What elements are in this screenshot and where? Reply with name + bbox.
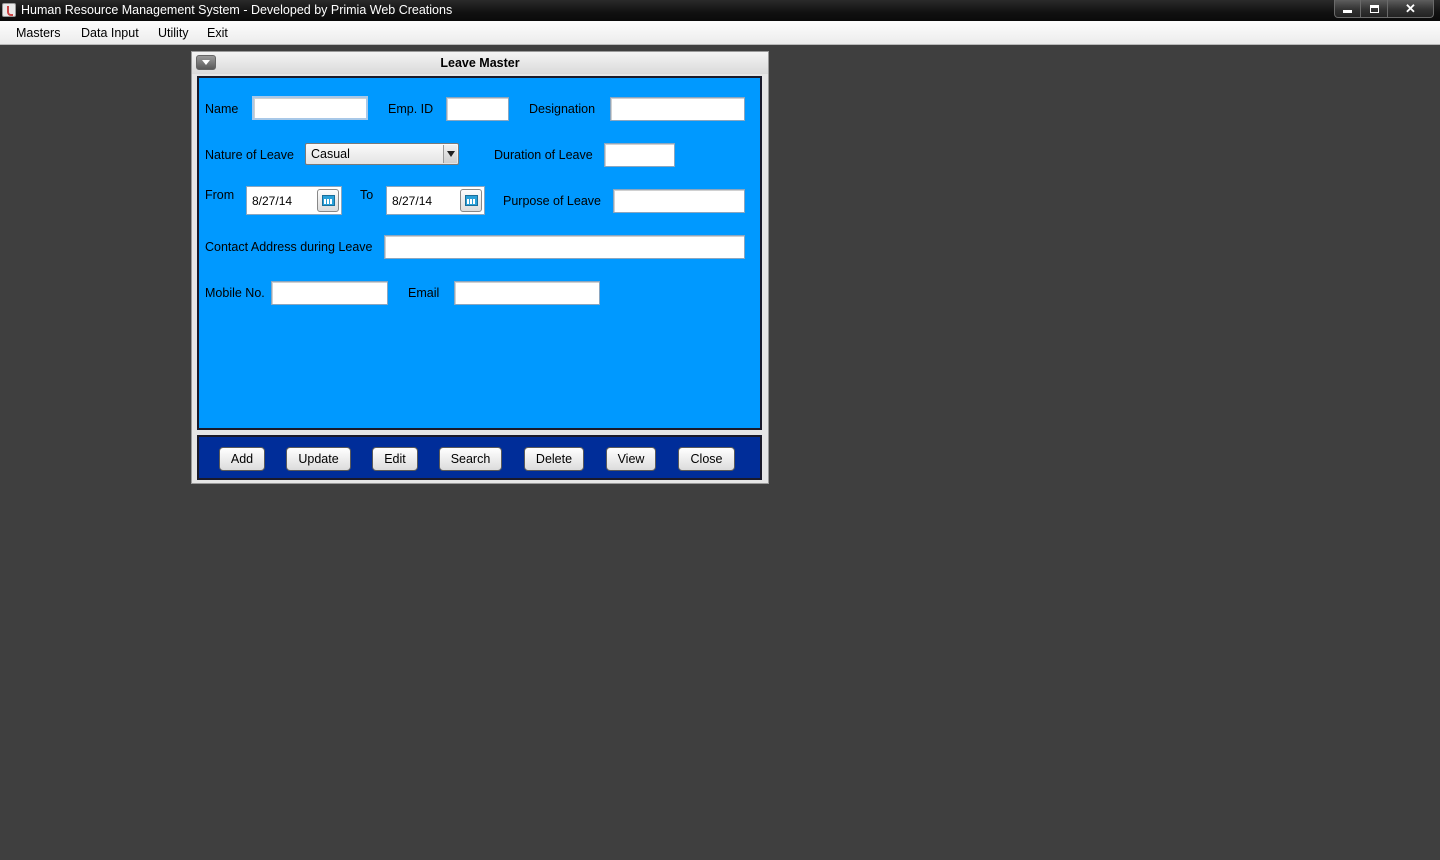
- window-title: Human Resource Management System - Devel…: [21, 3, 453, 17]
- view-button[interactable]: View: [606, 447, 656, 471]
- purpose-of-leave-input[interactable]: [613, 189, 745, 213]
- calendar-icon: [322, 195, 335, 206]
- nature-of-leave-label: Nature of Leave: [205, 148, 294, 162]
- restore-button[interactable]: [1361, 0, 1388, 18]
- from-date-picker[interactable]: 8/27/14: [246, 186, 342, 215]
- to-date-value: 8/27/14: [392, 194, 433, 208]
- mobile-no-label: Mobile No.: [205, 286, 265, 300]
- name-label: Name: [205, 102, 239, 116]
- add-button[interactable]: Add: [219, 447, 265, 471]
- frame-title: Leave Master: [440, 56, 520, 70]
- leave-form-panel: Name Emp. ID Designation Nature of Leave…: [197, 76, 762, 430]
- contact-address-label: Contact Address during Leave: [205, 240, 373, 254]
- window-title-bar: Human Resource Management System - Devel…: [0, 0, 1440, 21]
- close-window-button[interactable]: ✕: [1388, 0, 1434, 18]
- email-label: Email: [408, 286, 440, 300]
- emp-id-input[interactable]: [446, 97, 509, 121]
- duration-of-leave-label: Duration of Leave: [494, 148, 593, 162]
- to-calendar-button[interactable]: [460, 189, 482, 212]
- email-input[interactable]: [454, 281, 600, 305]
- edit-button[interactable]: Edit: [372, 447, 418, 471]
- leave-master-frame: Leave Master Name Emp. ID Designation Na…: [191, 51, 769, 484]
- frame-title-bar[interactable]: Leave Master: [192, 52, 768, 74]
- name-input[interactable]: [252, 96, 368, 120]
- search-button[interactable]: Search: [439, 447, 502, 471]
- window-controls: ✕: [1334, 0, 1434, 18]
- duration-of-leave-input[interactable]: [604, 143, 675, 167]
- action-button-bar: Add Update Edit Search Delete View Close: [197, 435, 762, 480]
- update-button[interactable]: Update: [286, 447, 351, 471]
- purpose-of-leave-label: Purpose of Leave: [503, 194, 601, 208]
- calendar-icon: [465, 195, 478, 206]
- menu-exit[interactable]: Exit: [207, 26, 228, 40]
- from-date-value: 8/27/14: [252, 194, 293, 208]
- chevron-down-icon[interactable]: [443, 145, 457, 163]
- mobile-no-input[interactable]: [271, 281, 388, 305]
- from-calendar-button[interactable]: [317, 189, 339, 212]
- close-button[interactable]: Close: [678, 447, 735, 471]
- emp-id-label: Emp. ID: [388, 102, 434, 116]
- menu-utility[interactable]: Utility: [158, 26, 189, 40]
- designation-input[interactable]: [610, 97, 745, 121]
- nature-of-leave-select[interactable]: Casual: [305, 143, 459, 165]
- from-label: From: [205, 188, 235, 202]
- close-icon: ✕: [1405, 0, 1416, 16]
- designation-label: Designation: [529, 102, 596, 116]
- minimize-icon: [1343, 10, 1352, 13]
- contact-address-input[interactable]: [384, 235, 745, 259]
- delete-button[interactable]: Delete: [524, 447, 584, 471]
- to-label: To: [360, 188, 374, 202]
- restore-icon: [1369, 4, 1379, 13]
- java-app-icon: [2, 3, 16, 17]
- menu-bar: Masters Data Input Utility Exit: [0, 21, 1440, 45]
- to-date-picker[interactable]: 8/27/14: [386, 186, 485, 215]
- menu-data-input[interactable]: Data Input: [81, 26, 139, 40]
- minimize-button[interactable]: [1334, 0, 1361, 18]
- nature-of-leave-value: Casual: [311, 147, 350, 161]
- menu-masters[interactable]: Masters: [16, 26, 60, 40]
